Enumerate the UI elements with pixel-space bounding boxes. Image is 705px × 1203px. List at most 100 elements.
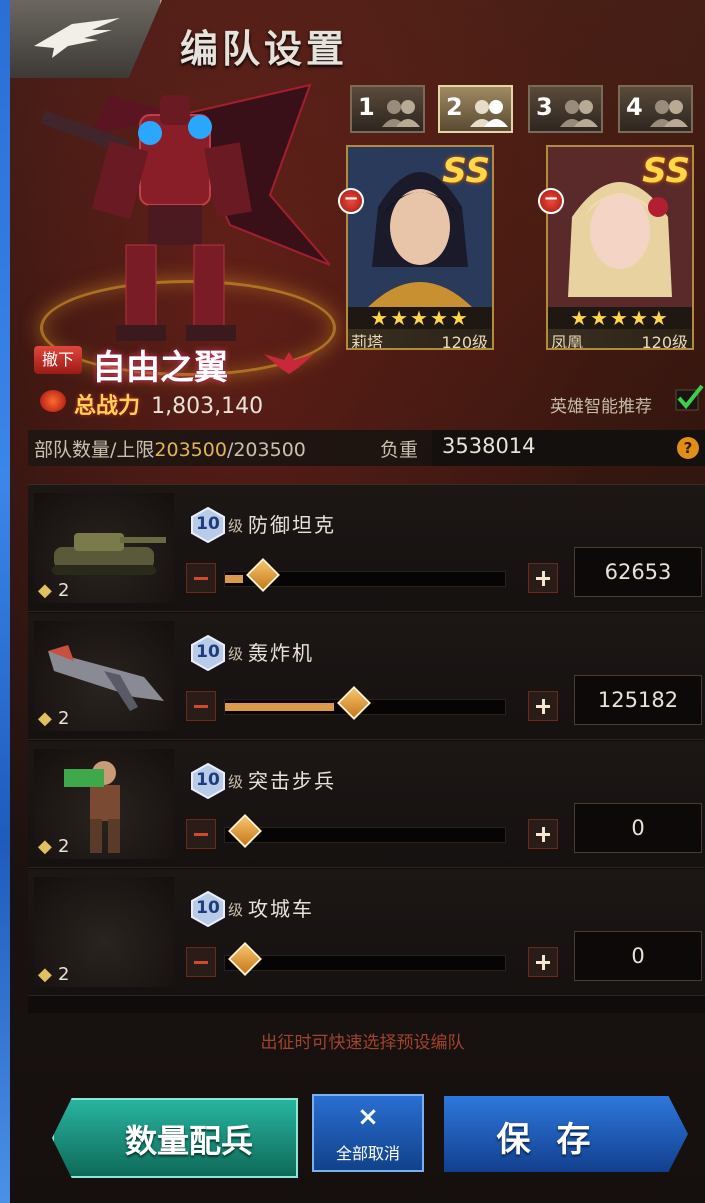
troop-count: 62653	[604, 560, 672, 584]
chevron-rank-icon: ◆	[38, 580, 52, 601]
stack-count: 2	[58, 836, 70, 857]
troop-slider[interactable]	[224, 558, 506, 592]
troop-row-bomber: ◆ 2 10 级 轰炸机 125182	[28, 613, 705, 740]
unit-name: 自由之翼	[92, 348, 228, 388]
team-members-icon	[470, 100, 508, 127]
team-number: 1	[358, 93, 375, 121]
desktop-edge	[0, 0, 10, 1203]
power-row: 总战力 1,803,140	[40, 388, 264, 420]
troop-level: 10	[196, 898, 220, 918]
save-button[interactable]: 保存	[444, 1096, 688, 1172]
troop-thumbnail[interactable]: ◆ 2	[34, 621, 174, 731]
grade-badge: SS	[642, 151, 690, 191]
troop-count: 0	[631, 816, 645, 840]
hero-card-1[interactable]: SS ★★★★★ 莉塔 120级	[346, 145, 494, 350]
level-badge: 10	[190, 763, 226, 799]
troop-row-defense-tank: ◆ 2 10 级 防御坦克 62653	[28, 485, 705, 612]
team-tab-4[interactable]: 4	[618, 85, 693, 133]
troop-thumbnail[interactable]: ◆ 2	[34, 493, 174, 603]
hero-card-2[interactable]: SS ★★★★★ 凤凰 120级	[546, 145, 694, 350]
star-rating: ★★★★★	[348, 307, 492, 329]
auto-assign-label: 数量配兵	[124, 1122, 253, 1160]
troop-count-field[interactable]: 0	[574, 803, 702, 853]
load-label: 负重	[380, 439, 419, 461]
troop-thumbnail[interactable]: ◆ 2	[34, 749, 174, 859]
troop-count-field[interactable]: 62653	[574, 547, 702, 597]
team-number: 4	[626, 93, 643, 121]
troop-count: 125182	[597, 688, 679, 712]
slider-thumb[interactable]	[337, 686, 371, 720]
power-value: 1,803,140	[151, 394, 264, 419]
decrease-button[interactable]	[186, 691, 216, 721]
troop-row-siege-vehicle: ◆ 2 10 级 攻城车 0	[28, 869, 705, 996]
remove-hero-button[interactable]: −	[538, 188, 564, 214]
troop-name: 轰炸机	[248, 641, 314, 665]
close-icon: ×	[357, 1102, 379, 1132]
hero-footer: 凤凰 120级	[548, 329, 692, 348]
eagle-wing-icon	[34, 18, 120, 58]
troop-slider[interactable]	[224, 942, 506, 976]
level-badge: 10	[190, 507, 226, 543]
withdraw-button[interactable]: 撤下	[34, 346, 82, 374]
chevron-rank-icon: ◆	[38, 836, 52, 857]
decrease-button[interactable]	[186, 819, 216, 849]
slider-thumb[interactable]	[228, 814, 262, 848]
level-unit: 级	[228, 773, 244, 791]
cancel-all-button[interactable]: × 全部取消	[312, 1094, 424, 1172]
stack-count: 2	[58, 580, 70, 601]
slider-thumb[interactable]	[246, 558, 280, 592]
save-label: 保存	[496, 1120, 617, 1160]
level-unit: 级	[228, 645, 244, 663]
increase-button[interactable]	[528, 691, 558, 721]
power-label: 总战力	[40, 388, 140, 420]
formation-panel: 编队设置 撤下 自由之翼 总战力 1,803,140 1 2 3 4 SS ★★…	[10, 0, 705, 1203]
decrease-button[interactable]	[186, 563, 216, 593]
team-members-icon	[650, 100, 688, 127]
star-rating: ★★★★★	[548, 307, 692, 329]
troop-row-assault-infantry: ◆ 2 10 级 突击步兵 0	[28, 741, 705, 868]
hero-footer: 莉塔 120级	[348, 329, 492, 350]
troop-capacity-label: 部队数量/上限	[34, 439, 155, 461]
stack-badge: ◆ 2	[38, 707, 78, 731]
increase-button[interactable]	[528, 563, 558, 593]
increase-button[interactable]	[528, 819, 558, 849]
troop-slider[interactable]	[224, 814, 506, 848]
troop-name: 攻城车	[248, 897, 314, 921]
troop-list: ◆ 2 10 级 防御坦克 62653 ◆ 2 10 级 轰炸机 125182 …	[28, 484, 705, 1013]
slider-thumb[interactable]	[228, 942, 262, 976]
hero-level: 120级	[441, 333, 488, 350]
troop-level: 10	[196, 770, 220, 790]
slider-fill	[225, 703, 334, 711]
troop-thumbnail[interactable]: ◆ 2	[34, 877, 174, 987]
team-tab-2[interactable]: 2	[438, 85, 513, 133]
capacity-bar: 部队数量/上限203500/203500 负重 3538014 ?	[28, 430, 705, 466]
stack-badge: ◆ 2	[38, 963, 78, 987]
cancel-all-label: 全部取消	[335, 1144, 400, 1163]
auto-assign-button[interactable]: 数量配兵	[52, 1098, 298, 1178]
chevron-rank-icon: ◆	[38, 964, 52, 985]
decrease-button[interactable]	[186, 947, 216, 977]
back-button[interactable]	[10, 0, 162, 78]
hero-recommend-label: 英雄智能推荐	[550, 397, 652, 417]
troop-current: 203500	[154, 439, 227, 461]
help-icon[interactable]: ?	[677, 437, 699, 459]
increase-button[interactable]	[528, 947, 558, 977]
stack-count: 2	[58, 964, 70, 985]
team-tab-1[interactable]: 1	[350, 85, 425, 133]
troop-count-field[interactable]: 0	[574, 931, 702, 981]
chevron-rank-icon: ◆	[38, 708, 52, 729]
level-badge: 10	[190, 891, 226, 927]
level-unit: 级	[228, 901, 244, 919]
checkmark-icon[interactable]	[674, 384, 704, 412]
load-value: 3538014	[442, 434, 536, 458]
troop-count: 0	[631, 944, 645, 968]
team-tab-3[interactable]: 3	[528, 85, 603, 133]
troop-max: /203500	[226, 439, 306, 461]
team-number: 3	[536, 93, 553, 121]
troop-name: 突击步兵	[248, 769, 336, 793]
troop-slider[interactable]	[224, 686, 506, 720]
stack-badge: ◆ 2	[38, 835, 78, 859]
remove-hero-button[interactable]: −	[338, 188, 364, 214]
troop-count-field[interactable]: 125182	[574, 675, 702, 725]
stack-count: 2	[58, 708, 70, 729]
